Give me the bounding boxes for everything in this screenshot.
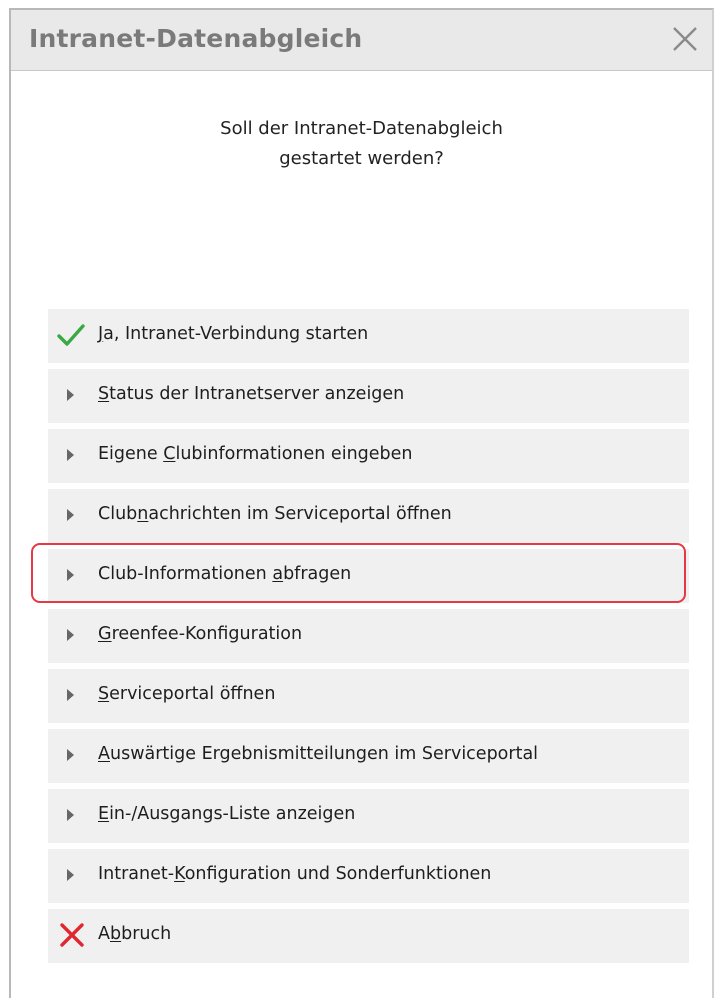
menu-item-label: Auswärtige Ergebnismitteilungen im Servi… (98, 744, 539, 764)
triangle-right-icon (67, 569, 74, 581)
triangle-right-icon (67, 509, 74, 521)
menu-item-label: Serviceportal öffnen (98, 684, 276, 704)
dialog-title: Intranet-Datenabgleich (29, 24, 363, 53)
dialog-titlebar: Intranet-Datenabgleich (11, 10, 712, 71)
dialog-window: Intranet-Datenabgleich Soll der Intranet… (9, 8, 714, 998)
menu-item-label: Status der Intranetserver anzeigen (98, 384, 405, 404)
cross-icon (60, 923, 84, 947)
menu-item-server-status[interactable]: Status der Intranetserver anzeigen (48, 369, 689, 423)
menu-item-club-info-input[interactable]: Eigene Clubinformationen eingeben (48, 429, 689, 483)
option-menu: Ja, Intranet-Verbindung starten Status d… (31, 309, 689, 969)
menu-item-external-results[interactable]: Auswärtige Ergebnismitteilungen im Servi… (48, 729, 689, 783)
question-line-2: gestartet werden? (279, 148, 444, 169)
menu-item-label: Ja, Intranet-Verbindung starten (98, 324, 369, 344)
question-line-1: Soll der Intranet-Datenabgleich (220, 118, 503, 139)
close-icon (673, 27, 697, 51)
menu-item-intranet-config[interactable]: Intranet-Konfiguration und Sonderfunktio… (48, 849, 689, 903)
menu-item-club-info-query[interactable]: Club-Informationen abfragen (31, 543, 689, 603)
triangle-right-icon (67, 389, 74, 401)
close-button[interactable] (666, 20, 704, 58)
menu-item-greenfee-config[interactable]: Greenfee-Konfiguration (48, 609, 689, 663)
triangle-right-icon (67, 689, 74, 701)
menu-item-start-connection[interactable]: Ja, Intranet-Verbindung starten (48, 309, 689, 363)
menu-item-open-serviceportal[interactable]: Serviceportal öffnen (48, 669, 689, 723)
menu-item-cancel[interactable]: Abbruch (48, 909, 689, 963)
checkmark-icon (57, 324, 85, 346)
triangle-right-icon (67, 809, 74, 821)
menu-item-label: Intranet-Konfiguration und Sonderfunktio… (98, 864, 492, 884)
menu-item-label: Clubnachrichten im Serviceportal öffnen (98, 504, 452, 524)
menu-item-inout-list[interactable]: Ein-/Ausgangs-Liste anzeigen (48, 789, 689, 843)
menu-item-label: Club-Informationen abfragen (98, 564, 352, 584)
triangle-right-icon (67, 449, 74, 461)
question-text: Soll der Intranet-Datenabgleich gestarte… (11, 114, 712, 174)
menu-item-label: Abbruch (98, 924, 172, 944)
menu-item-label: Ein-/Ausgangs-Liste anzeigen (98, 804, 356, 824)
menu-item-club-messages[interactable]: Clubnachrichten im Serviceportal öffnen (48, 489, 689, 543)
menu-item-label: Greenfee-Konfiguration (98, 624, 303, 644)
triangle-right-icon (67, 749, 74, 761)
triangle-right-icon (67, 869, 74, 881)
menu-item-label: Eigene Clubinformationen eingeben (98, 444, 413, 464)
triangle-right-icon (67, 629, 74, 641)
